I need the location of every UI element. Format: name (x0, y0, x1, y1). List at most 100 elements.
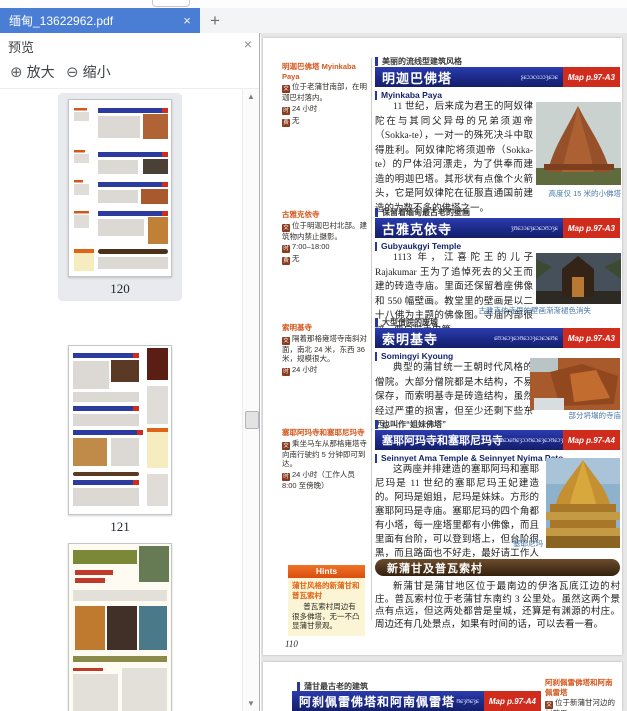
transport-icon: 交 (282, 441, 290, 450)
margin-text: 无 (292, 115, 300, 125)
section-name-en: Gubyaukgyi Temple (375, 242, 461, 251)
margin-title: 阿刹佩雷佛塔和阿南佩雷塔 (545, 678, 613, 697)
thumbnail-image-120[interactable] (68, 99, 172, 277)
margin-text: 位于明迦巴村北部。建筑物内禁止摄影。 (282, 220, 367, 241)
margin-text: 24 小时 (292, 364, 318, 374)
margin-note-apeyadana: 阿刹佩雷佛塔和阿南佩雷塔 交位于新蒲甘河边的村落里， (545, 678, 619, 711)
thumbnail-image-121[interactable] (68, 345, 172, 515)
browser-tab-bar: 缅甸_13622962.pdf × + (0, 8, 627, 34)
section-tagline: 也叫作“姐妹佛塔” (375, 420, 446, 429)
hours-icon: 时 (282, 106, 290, 115)
margin-line: 时 7:00–18:00 (282, 242, 368, 253)
section-tagline: 美丽的流线型建筑风格 (375, 57, 462, 66)
photo-caption: 塞耶尼玛 (513, 539, 543, 548)
sidebar-scrollbar[interactable]: ▲ ▼ (242, 89, 259, 711)
margin-text: 7:00–18:00 (292, 242, 330, 251)
zoom-in-button[interactable]: ⊕ 放大 (10, 62, 55, 82)
sidebar-close-icon[interactable]: × (244, 36, 252, 52)
photo-caption: 部分坍塌的寺庙 (568, 411, 622, 420)
photo-seinnyet-nyima-stupa (546, 458, 620, 548)
thumbnail-label-120: 120 (110, 281, 130, 296)
window-top-strip (0, 0, 627, 8)
hours-icon: 时 (282, 472, 290, 481)
newbagan-title: 新蒲甘及普瓦索村 (387, 562, 483, 575)
section-title: 阿刹佩雷佛塔和阿南佩雷塔 (299, 694, 456, 709)
clipped-top-button[interactable] (152, 0, 190, 7)
zoom-out-label: 缩小 (82, 64, 111, 80)
hints-body: 普瓦索村周边有很多佛塔，无一不凸显蒲甘景观。 (292, 602, 360, 630)
map-badge: Map p.97-A3 (562, 328, 620, 348)
sidebar-header: 预览 × (0, 33, 259, 57)
margin-line: 时 24 小时 (282, 104, 368, 115)
sidebar-toolbar: ⊕ 放大 ⊖ 缩小 (0, 57, 259, 89)
zoom-out-icon: ⊖ (66, 64, 79, 81)
margin-title: 明迦巴佛塔 Myinkaba Paya (282, 62, 356, 81)
thumbnail-page-122[interactable]: 122 (58, 537, 182, 711)
burmese-script: ʊɕȝʊɕȝɕ (456, 697, 479, 705)
page-folio: 110 (285, 639, 298, 649)
scrollbar-thumb[interactable] (245, 411, 259, 429)
section-title: 塞耶阿玛寺和塞耶尼玛寺 (382, 435, 503, 447)
hints-label: Hints (288, 565, 365, 578)
transport-icon: 交 (282, 336, 290, 345)
transport-icon: 交 (545, 701, 553, 709)
transport-icon: 交 (282, 223, 290, 232)
pdf-viewer-window: 缅甸_13622962.pdf × + 预览 × ⊕ 放大 ⊖ 缩小 120 1… (0, 0, 627, 711)
zoom-out-button[interactable]: ⊖ 缩小 (66, 62, 111, 82)
zoom-in-icon: ⊕ (10, 64, 23, 81)
scroll-down-arrow[interactable]: ▼ (243, 699, 259, 708)
zoom-in-label: 放大 (26, 64, 55, 80)
preview-sidebar: 预览 × ⊕ 放大 ⊖ 缩小 120 121 ▲ ▼ (0, 33, 260, 711)
section-name-en: Seinnyet Ama Temple & Seinnyet Nyima Pat… (375, 454, 563, 463)
section-tagline: 蒲甘最古老的建筑 (297, 682, 368, 691)
scroll-up-arrow[interactable]: ▲ (243, 92, 259, 101)
burmese-script: ɕʊɔɕɔȝɕɔʊɕɔɔȝɕɔɕɔɕʊɕ (494, 334, 558, 342)
new-tab-button[interactable]: + (202, 8, 228, 33)
map-badge: Map p.97-A3 (562, 218, 620, 238)
margin-text: 24 小时 (292, 103, 318, 113)
map-badge: Map p.97-A4 (562, 430, 620, 450)
margin-line: 交位于新蒲甘河边的村落里， (545, 698, 619, 711)
margin-text: 位于老蒲甘南部，在明迦巴村落内。 (282, 82, 367, 102)
thumbnail-image-122[interactable] (68, 543, 172, 711)
margin-text: 乘坐马车从那格雍塔寺向南行驶约 5 分钟即可到达。 (282, 438, 367, 469)
margin-note-gubyaukgyi: 古雅克依寺 交位于明迦巴村北部。建筑物内禁止摄影。 时 7:00–18:00 费无 (282, 210, 368, 265)
newbagan-banner: 新蒲甘及普瓦索村 (375, 559, 620, 576)
thumbnail-mini-122 (69, 544, 171, 711)
margin-title: 索明基寺 (282, 323, 312, 332)
margin-text: 无 (292, 254, 300, 263)
section-banner-seinnyet: 塞耶阿玛寺和塞耶尼玛寺 ɕɔɕʊɕȝɔɔʊɕɔɕȝɕɔʊɕɔȝɕɔɕ Map p… (375, 430, 620, 450)
hours-icon: 时 (282, 367, 290, 376)
section-banner-apeyadana: 阿刹佩雷佛塔和阿南佩雷塔 ʊɕȝʊɕȝɕ Map p.97-A4 (292, 691, 541, 711)
newbagan-body: 新蒲甘是蒲甘地区位于最南边的伊洛瓦底江边的村庄。普瓦索村位于老蒲甘东南约 3 公… (375, 582, 620, 630)
hints-title: 蒲甘风格的新蒲甘和普瓦索村 (292, 581, 360, 600)
thumbnail-page-121[interactable]: 121 (58, 339, 182, 537)
margin-line: 交位于老蒲甘南部，在明迦巴村落内。 (282, 82, 368, 103)
map-badge: Map p.97-A4 (483, 691, 541, 711)
margin-title: 古雅克依寺 (282, 210, 320, 219)
thumbnail-mini-121 (69, 346, 171, 514)
thumbnail-list: 120 121 (0, 89, 242, 711)
hints-box: Hints 蒲甘风格的新蒲甘和普瓦索村 普瓦索村周边有很多佛塔，无一不凸显蒲甘景… (288, 565, 365, 636)
burmese-script: ʂɕɔɔcoɔɔȝɕɔɕ (520, 73, 558, 81)
margin-title: 塞耶阿玛寺和塞耶尼玛寺 (282, 428, 365, 437)
transport-icon: 交 (282, 85, 290, 93)
fee-icon: 费 (282, 118, 290, 127)
section-title: 明迦巴佛塔 (382, 70, 453, 86)
hours-icon: 时 (282, 245, 290, 253)
section-title: 古雅克依寺 (382, 221, 453, 237)
burmese-script: ȝʊɕɔɔɕȝɕɔɕɔʊɔȝɕ (510, 224, 558, 232)
photo-gubyaukgyi-temple (536, 253, 621, 304)
tab-pdf[interactable]: 缅甸_13622962.pdf × (0, 8, 200, 33)
margin-text: 隔着那格雍塔寺南斜对面，南北 24 米，东西 36 米，规模很大。 (282, 333, 367, 364)
margin-line: 费无 (282, 254, 368, 265)
sidebar-title: 预览 (8, 40, 35, 55)
margin-text: 24 小时（工作人员 8:00 至傍晚） (282, 469, 355, 490)
section-tagline: 保留着缅甸最古老的壁画 (375, 208, 470, 217)
pdf-content-area[interactable]: 明迦巴佛塔 Myinkaba Paya 交位于老蒲甘南部，在明迦巴村落内。 时2… (261, 33, 627, 711)
pdf-page-120: 明迦巴佛塔 Myinkaba Paya 交位于老蒲甘南部，在明迦巴村落内。 时2… (263, 38, 622, 655)
thumbnail-page-120[interactable]: 120 (58, 93, 182, 301)
thumbnail-mini-120 (69, 100, 171, 276)
section-name-en: Somingyi Kyoung (375, 352, 453, 361)
tab-close-icon[interactable]: × (177, 13, 197, 28)
